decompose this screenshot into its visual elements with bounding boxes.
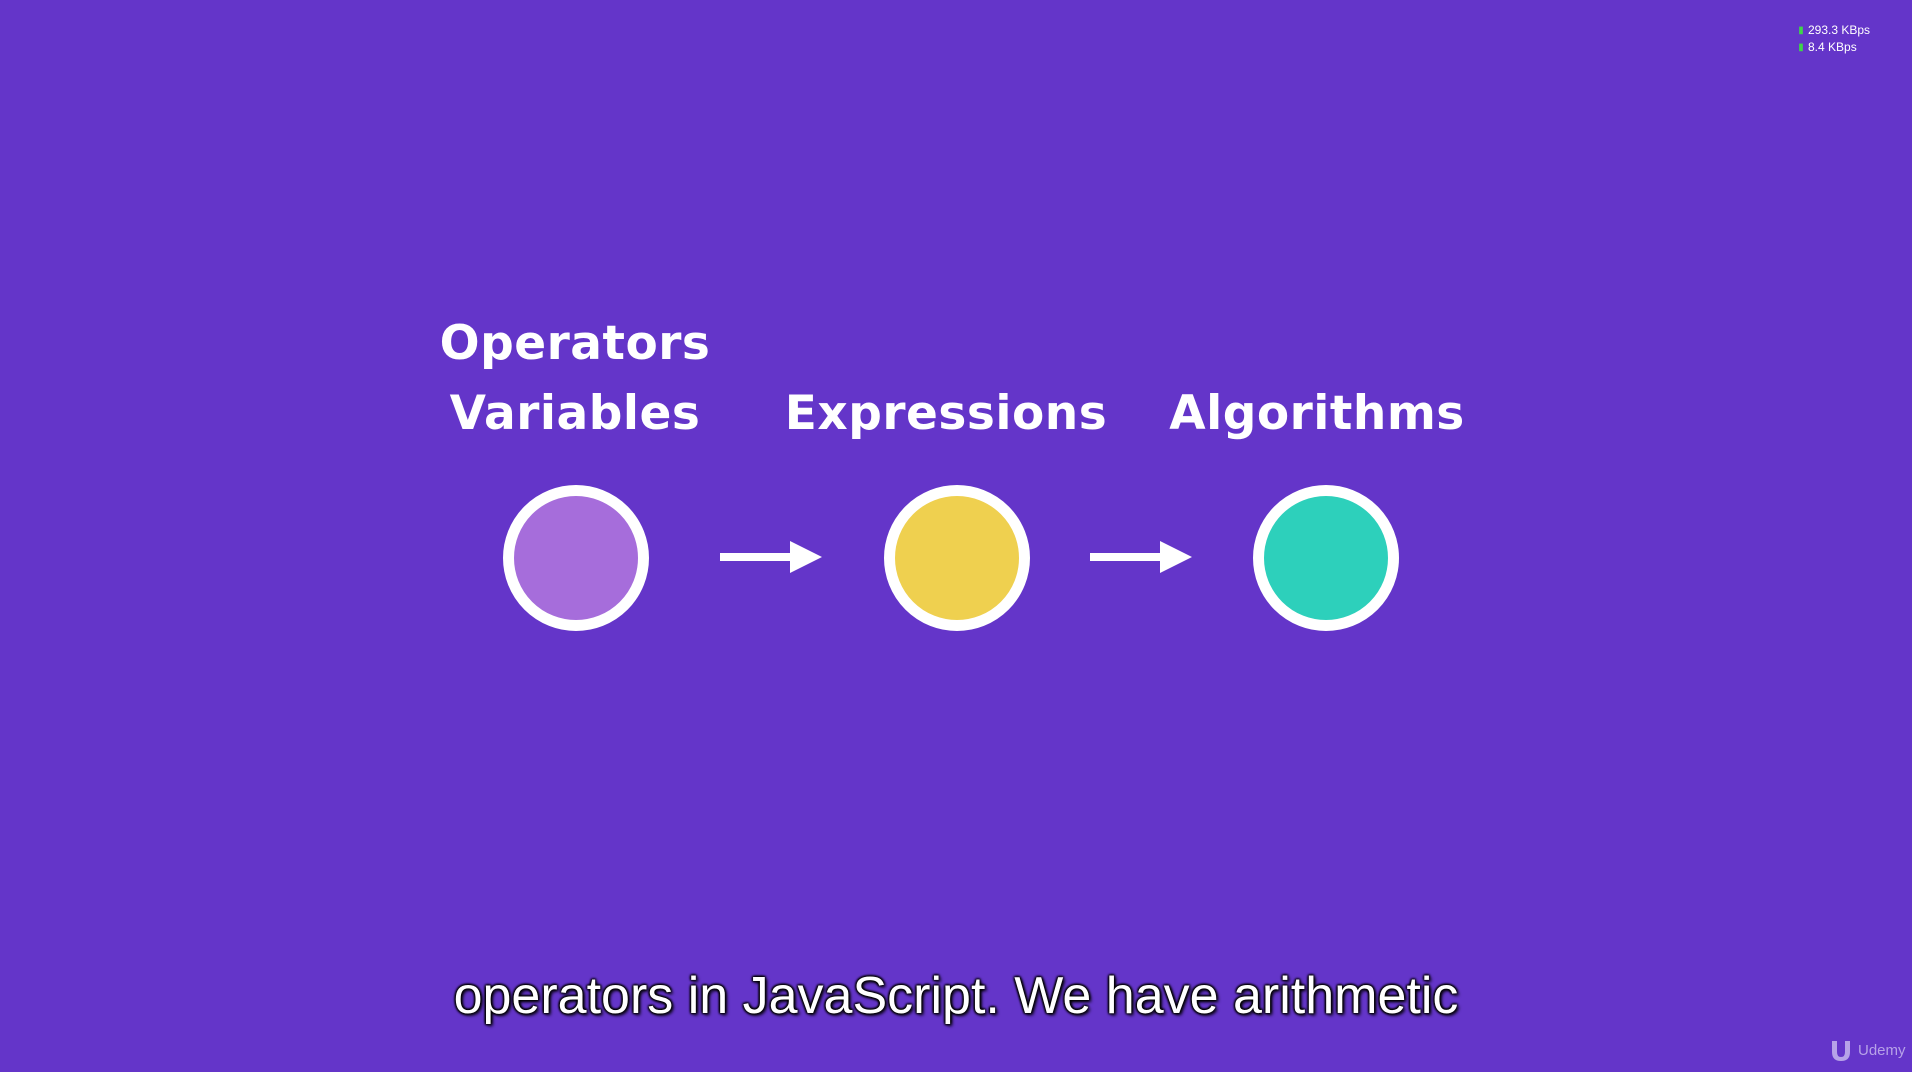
download-arrow-icon: ▮ [1798,25,1804,36]
download-speed-row: ▮ 293.3 KBps [1798,22,1870,39]
variables-node-circle [503,485,649,631]
udemy-logo-icon [1832,1041,1850,1061]
algorithms-node-circle [1253,485,1399,631]
brand-name: Udemy [1858,1041,1906,1059]
upload-speed: 8.4 KBps [1808,40,1857,54]
node-label-operators: Operators [439,316,711,371]
udemy-watermark: Udemy [1828,1038,1906,1062]
video-frame: ▮ 293.3 KBps ▮ 8.4 KBps Operators Variab… [0,0,1912,1072]
upload-speed-row: ▮ 8.4 KBps [1798,39,1870,56]
download-speed: 293.3 KBps [1808,23,1871,37]
node-label-variables: Variables [449,386,701,441]
node-label-algorithms: Algorithms [1169,386,1465,441]
node-label-expressions: Expressions [784,386,1108,441]
upload-arrow-icon: ▮ [1798,42,1804,53]
video-subtitle: operators in JavaScript. We have arithme… [453,967,1459,1025]
arrow-right-icon [1090,541,1192,573]
network-stats: ▮ 293.3 KBps ▮ 8.4 KBps [1798,22,1870,56]
arrow-right-icon [720,541,822,573]
expressions-node-circle [884,485,1030,631]
